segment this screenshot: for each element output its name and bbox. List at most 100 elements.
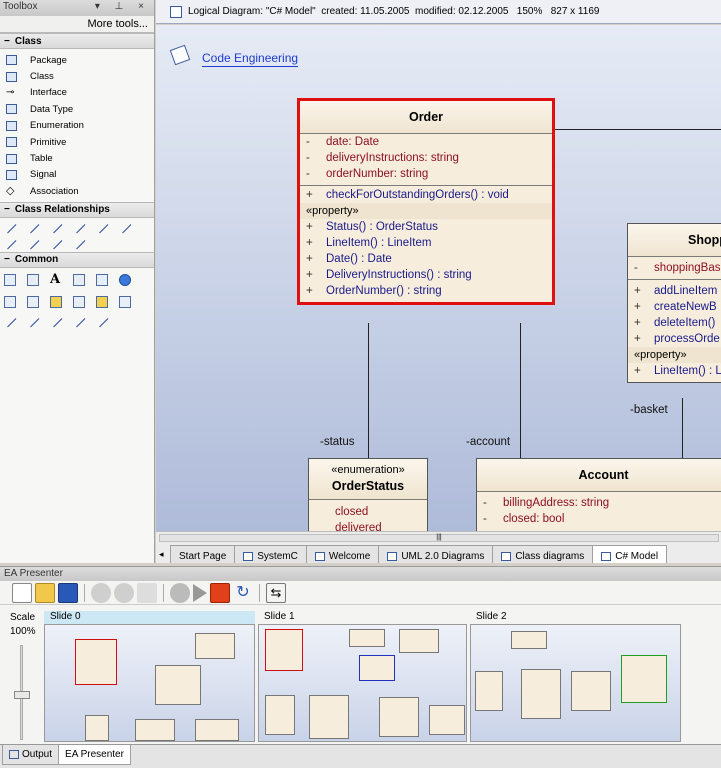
slide-2[interactable]: Slide 2 xyxy=(470,611,681,745)
property[interactable]: + LineItem() : L xyxy=(628,363,721,379)
section-common[interactable]: − Common xyxy=(0,251,154,268)
diagram-frame-icon[interactable] xyxy=(4,295,16,308)
boundary-icon[interactable] xyxy=(96,295,108,308)
hyperlink-icon[interactable] xyxy=(119,273,131,286)
scroll-left-icon[interactable]: ◂ xyxy=(159,549,164,560)
scale-slider-thumb[interactable] xyxy=(14,691,30,699)
attribute[interactable]: - closed: bool xyxy=(477,511,721,527)
dependency-line-icon[interactable] xyxy=(3,314,17,327)
save-icon[interactable] xyxy=(58,582,78,603)
enum-order-status[interactable]: «enumeration» OrderStatus closed deliver… xyxy=(308,458,428,531)
operation[interactable]: + addLineItem xyxy=(628,283,721,299)
property[interactable]: + LineItem() : LineItem xyxy=(300,235,552,251)
scrollbar-thumb[interactable]: ||| xyxy=(159,534,719,542)
tab-start-page[interactable]: Start Page xyxy=(170,545,236,563)
issue-icon[interactable] xyxy=(96,273,108,286)
composition-icon[interactable] xyxy=(72,220,86,233)
refresh-icon[interactable]: ↻ xyxy=(233,583,253,603)
tab-uml-20-diagrams[interactable]: UML 2.0 Diagrams xyxy=(378,545,494,563)
new-slide-icon[interactable] xyxy=(12,582,32,603)
slide-0[interactable]: Slide 0 xyxy=(44,611,255,745)
tab-systemc[interactable]: SystemC xyxy=(234,545,307,563)
attribute[interactable]: - billingAddress: string xyxy=(477,495,721,511)
tab-welcome[interactable]: Welcome xyxy=(305,545,380,563)
notelink-icon[interactable] xyxy=(49,314,63,327)
connector-order-account[interactable] xyxy=(520,323,521,459)
horizontal-scrollbar[interactable]: ||| xyxy=(156,531,721,543)
requirement-icon[interactable] xyxy=(73,273,85,286)
swap-icon[interactable]: ⇆ xyxy=(266,582,286,603)
trace-line-icon[interactable] xyxy=(26,314,40,327)
toolbox-item-interface[interactable]: ⊸ Interface xyxy=(0,85,154,101)
usage-icon[interactable] xyxy=(26,236,40,249)
enum-order-status-head: «enumeration» OrderStatus xyxy=(309,459,427,500)
nesting-icon[interactable] xyxy=(118,220,132,233)
trace-icon[interactable] xyxy=(49,236,63,249)
tab-ea-presenter[interactable]: EA Presenter xyxy=(58,745,131,765)
connector-basket[interactable] xyxy=(682,398,683,458)
stop-icon[interactable] xyxy=(210,582,230,603)
code-engineering-link[interactable]: Code Engineering xyxy=(202,51,299,67)
open-folder-icon[interactable] xyxy=(35,582,55,603)
property[interactable]: + Date() : Date xyxy=(300,251,552,267)
document-icon[interactable] xyxy=(27,295,39,308)
toolbox-item-signal[interactable]: Signal xyxy=(0,167,154,183)
class-account-name: Account xyxy=(477,459,721,492)
note-icon[interactable] xyxy=(4,273,16,286)
move-down-icon[interactable] xyxy=(137,582,157,603)
connector-order-status[interactable] xyxy=(368,323,369,459)
dependency-icon[interactable] xyxy=(3,236,17,249)
attribute[interactable]: - date: Date xyxy=(300,134,552,150)
connector-order-to-shopping[interactable] xyxy=(554,129,721,130)
realization-icon[interactable] xyxy=(95,220,109,233)
enum-literal[interactable]: delivered xyxy=(309,520,427,531)
image-icon[interactable] xyxy=(50,295,62,308)
attribute[interactable]: - shoppingBas xyxy=(628,260,721,276)
section-class-relationships[interactable]: − Class Relationships xyxy=(0,201,154,218)
toolbox-item-primitive[interactable]: Primitive xyxy=(0,134,154,150)
property[interactable]: + DeliveryInstructions() : string xyxy=(300,267,552,283)
property[interactable]: + Status() : OrderStatus xyxy=(300,219,552,235)
information-flow-icon[interactable] xyxy=(72,236,86,249)
diagram-tabs: ◂ Start Page SystemC Welcome UML 2.0 Dia… xyxy=(156,543,721,563)
artifact-icon[interactable] xyxy=(27,273,39,286)
operation[interactable]: + checkForOutstandingOrders() : void xyxy=(300,187,552,203)
play-icon[interactable] xyxy=(193,583,207,602)
toolbox-item-package[interactable]: Package xyxy=(0,52,154,68)
tab-csharp-model[interactable]: C# Model xyxy=(592,545,668,563)
connector-icon[interactable] xyxy=(95,314,109,327)
section-class[interactable]: − Class xyxy=(0,33,154,49)
property[interactable]: + OrderNumber() : string xyxy=(300,283,552,299)
add-icon[interactable] xyxy=(91,582,111,603)
package-element-icon[interactable] xyxy=(119,295,131,308)
operation[interactable]: + createNewB xyxy=(628,299,721,315)
tab-output[interactable]: Output xyxy=(2,745,60,765)
generalization-icon[interactable] xyxy=(26,220,40,233)
toolbox-item-association[interactable]: ◇ Association xyxy=(0,183,154,199)
class-account[interactable]: Account - billingAddress: string - closed:… xyxy=(476,458,721,531)
operation[interactable]: + deleteItem() xyxy=(628,315,721,331)
aggregation-icon[interactable] xyxy=(49,220,63,233)
realize-line-icon[interactable] xyxy=(72,314,86,327)
toolbox-title: Toolbox xyxy=(3,1,38,12)
toolbox-item-class[interactable]: Class xyxy=(0,68,154,84)
change-icon[interactable] xyxy=(73,295,85,308)
toolbox-item-table[interactable]: Table xyxy=(0,150,154,166)
association-line-icon[interactable] xyxy=(3,220,17,233)
attribute[interactable]: - orderNumber: string xyxy=(300,166,552,182)
text-icon[interactable]: A xyxy=(50,273,62,286)
slide-1[interactable]: Slide 1 xyxy=(258,611,467,745)
class-shopping-basket[interactable]: Shopp -shoppingBas +addLineItem +createN… xyxy=(627,223,721,383)
more-tools-button[interactable]: More tools... xyxy=(0,16,154,33)
remove-icon[interactable] xyxy=(114,582,134,603)
diagram-canvas[interactable]: Code Engineering -status -account -baske… xyxy=(156,25,721,531)
enum-literal[interactable]: closed xyxy=(309,504,427,520)
class-order[interactable]: Order - date: Date - deliveryInstructions:… xyxy=(297,98,555,305)
toolbox-item-enumeration[interactable]: Enumeration xyxy=(0,118,154,134)
toolbox-window-controls[interactable]: ▾ ⊥ × xyxy=(95,1,150,12)
operation[interactable]: + processOrde xyxy=(628,331,721,347)
toolbox-item-data-type[interactable]: Data Type xyxy=(0,101,154,117)
record-icon[interactable] xyxy=(170,582,190,603)
attribute[interactable]: - deliveryInstructions: string xyxy=(300,150,552,166)
tab-class-diagrams[interactable]: Class diagrams xyxy=(492,545,594,563)
